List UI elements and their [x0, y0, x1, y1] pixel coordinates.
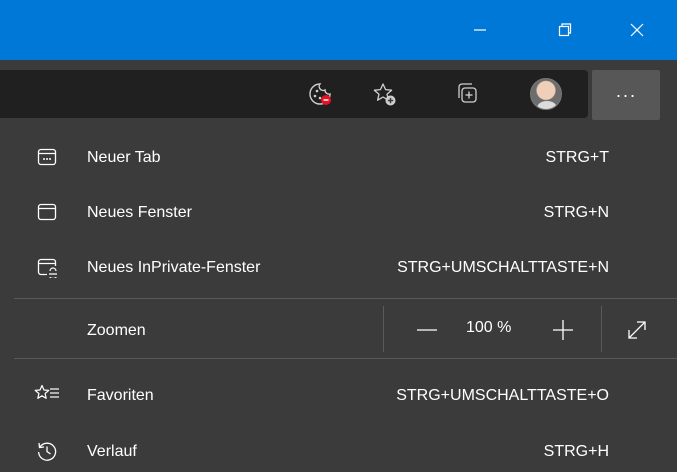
- zoom-in-icon: [553, 320, 573, 340]
- menu-item-new-window[interactable]: Neues Fenster STRG+N: [0, 186, 677, 240]
- title-bar: [0, 0, 677, 60]
- restore-button[interactable]: [537, 0, 593, 60]
- zoom-separator: [601, 306, 602, 352]
- zoom-out-button[interactable]: [404, 310, 450, 350]
- new-window-icon: [34, 199, 60, 225]
- add-favorite-icon: [373, 83, 396, 106]
- menu-item-label: Verlauf: [87, 443, 137, 460]
- zoom-row: Zoomen 100 %: [0, 298, 677, 358]
- menu-item-label: Neues InPrivate-Fenster: [87, 259, 261, 276]
- add-favorite-button[interactable]: [362, 70, 406, 118]
- zoom-value: 100 %: [466, 319, 512, 336]
- menu-item-new-inprivate-window[interactable]: Neues InPrivate-Fenster STRG+UMSCHALTTAS…: [0, 241, 677, 295]
- collections-icon: [458, 83, 477, 103]
- tracking-prevention-button[interactable]: [298, 70, 342, 118]
- fullscreen-icon: [628, 321, 646, 339]
- zoom-label: Zoomen: [87, 322, 146, 339]
- menu-item-shortcut: STRG+UMSCHALTTASTE+O: [396, 387, 609, 404]
- menu-item-new-tab[interactable]: Neuer Tab STRG+T: [0, 131, 677, 185]
- browser-toolbar: ···: [0, 60, 677, 129]
- menu-item-shortcut: STRG+T: [545, 149, 609, 166]
- zoom-out-icon: [417, 329, 437, 331]
- menu-item-shortcut: STRG+UMSCHALTTASTE+N: [397, 259, 609, 276]
- menu-item-label: Neues Fenster: [87, 204, 192, 221]
- fullscreen-button[interactable]: [612, 310, 662, 350]
- new-tab-icon: [34, 144, 60, 170]
- close-icon: [630, 23, 644, 37]
- menu-item-shortcut: STRG+H: [543, 443, 609, 460]
- menu-item-favorites[interactable]: Favoriten STRG+UMSCHALTTASTE+O: [0, 369, 677, 423]
- address-bar[interactable]: [0, 70, 588, 118]
- favorites-icon: [34, 382, 60, 408]
- minimize-icon: [474, 29, 486, 31]
- settings-menu: Neuer Tab STRG+T Neues Fenster STRG+N Ne…: [0, 129, 677, 472]
- menu-divider: [14, 358, 677, 359]
- more-button[interactable]: ···: [592, 70, 660, 120]
- profile-avatar: [530, 78, 562, 110]
- collections-button[interactable]: [446, 70, 490, 118]
- minimize-button[interactable]: [452, 0, 508, 60]
- profile-button[interactable]: [524, 70, 568, 118]
- zoom-separator: [383, 306, 384, 352]
- cookie-blocked-icon: [309, 83, 331, 105]
- restore-icon: [558, 23, 572, 37]
- close-button[interactable]: [609, 0, 665, 60]
- menu-item-history[interactable]: Verlauf STRG+H: [0, 425, 677, 472]
- menu-item-label: Favoriten: [87, 387, 154, 404]
- history-icon: [34, 438, 60, 464]
- inprivate-window-icon: [34, 254, 60, 280]
- menu-item-label: Neuer Tab: [87, 149, 161, 166]
- zoom-in-button[interactable]: [540, 310, 586, 350]
- more-icon: ···: [615, 84, 637, 105]
- menu-item-shortcut: STRG+N: [543, 204, 609, 221]
